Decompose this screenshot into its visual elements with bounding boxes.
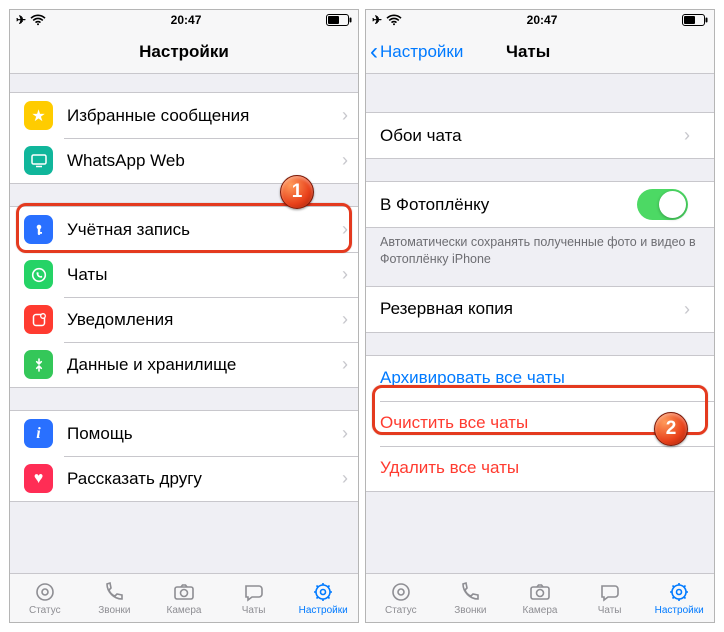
tab-bar: Статус Звонки Камера Чаты Настройки: [10, 573, 358, 622]
star-icon: ★: [24, 101, 53, 130]
chevron-right-icon: ›: [684, 125, 700, 146]
row-label: Удалить все чаты: [380, 458, 700, 478]
battery-icon: [326, 14, 352, 26]
clock: 20:47: [402, 13, 682, 27]
wifi-icon: [386, 14, 402, 26]
chevron-right-icon: ›: [342, 468, 358, 489]
toggle-save-to-cameraroll[interactable]: [637, 189, 688, 220]
row-delete-all[interactable]: Удалить все чаты: [366, 446, 714, 491]
tab-settings[interactable]: Настройки: [288, 574, 358, 622]
row-backup[interactable]: Резервная копия ›: [366, 287, 714, 332]
row-label: Резервная копия: [380, 299, 684, 319]
status-bar: ✈︎ 20:47: [10, 10, 358, 30]
data-icon: [24, 350, 53, 379]
row-whatsapp-web[interactable]: WhatsApp Web ›: [10, 138, 358, 183]
row-label: WhatsApp Web: [67, 151, 342, 171]
callout-badge-1: 1: [280, 175, 314, 209]
row-wallpaper[interactable]: Обои чата ›: [366, 113, 714, 158]
key-icon: [24, 215, 53, 244]
tab-calls[interactable]: Звонки: [436, 574, 506, 622]
row-label: Очистить все чаты: [380, 413, 700, 433]
screen-chats-settings: ✈︎ 20:47 ‹ Настройки Чаты Обои чата › В …: [365, 9, 715, 623]
airplane-icon: ✈︎: [16, 13, 26, 27]
settings-group-1: ★ Избранные сообщения › WhatsApp Web ›: [10, 92, 358, 184]
row-label: Рассказать другу: [67, 469, 342, 489]
settings-group-3: i Помощь › ♥ Рассказать другу ›: [10, 410, 358, 502]
back-label: Настройки: [380, 42, 463, 62]
tab-settings[interactable]: Настройки: [644, 574, 714, 622]
chevron-right-icon: ›: [342, 309, 358, 330]
row-label: Чаты: [67, 265, 342, 285]
whatsapp-icon: [24, 260, 53, 289]
tab-bar: Статус Звонки Камера Чаты Настройки: [366, 573, 714, 622]
status-bar: ✈︎ 20:47: [366, 10, 714, 30]
chevron-right-icon: ›: [342, 105, 358, 126]
tab-chats[interactable]: Чаты: [219, 574, 289, 622]
tab-status[interactable]: Статус: [366, 574, 436, 622]
row-label: Избранные сообщения: [67, 106, 342, 126]
clock: 20:47: [46, 13, 326, 27]
row-starred[interactable]: ★ Избранные сообщения ›: [10, 93, 358, 138]
row-data-storage[interactable]: Данные и хранилище ›: [10, 342, 358, 387]
row-notifications[interactable]: Уведомления ›: [10, 297, 358, 342]
row-label: Архивировать все чаты: [380, 368, 700, 388]
tab-calls[interactable]: Звонки: [80, 574, 150, 622]
tab-camera[interactable]: Камера: [505, 574, 575, 622]
bell-icon: [24, 305, 53, 334]
row-chats[interactable]: Чаты ›: [10, 252, 358, 297]
chevron-right-icon: ›: [342, 264, 358, 285]
back-button[interactable]: ‹ Настройки: [366, 40, 463, 64]
info-icon: i: [24, 419, 53, 448]
screen-settings: ✈︎ 20:47 Настройки ★ Избранные сообщения…: [9, 9, 359, 623]
page-title: Настройки: [10, 42, 358, 62]
row-label: Уведомления: [67, 310, 342, 330]
tab-camera[interactable]: Камера: [149, 574, 219, 622]
chevron-right-icon: ›: [342, 150, 358, 171]
settings-group-2: Учётная запись › Чаты › Уведомления › Да…: [10, 206, 358, 388]
nav-bar: Настройки: [10, 30, 358, 74]
nav-bar: ‹ Настройки Чаты: [366, 30, 714, 74]
chevron-left-icon: ‹: [370, 40, 378, 64]
chats-group-backup: Резервная копия ›: [366, 286, 714, 333]
desktop-icon: [24, 146, 53, 175]
row-save-to-cameraroll[interactable]: В Фотоплёнку: [366, 182, 714, 227]
tab-status[interactable]: Статус: [10, 574, 80, 622]
airplane-icon: ✈︎: [372, 13, 382, 27]
chevron-right-icon: ›: [342, 423, 358, 444]
row-label: Обои чата: [380, 126, 684, 146]
chevron-right-icon: ›: [342, 219, 358, 240]
row-archive-all[interactable]: Архивировать все чаты: [366, 356, 714, 401]
chevron-right-icon: ›: [342, 354, 358, 375]
callout-badge-2: 2: [654, 412, 688, 446]
tab-chats[interactable]: Чаты: [575, 574, 645, 622]
row-label: В Фотоплёнку: [380, 195, 637, 215]
battery-icon: [682, 14, 708, 26]
row-account[interactable]: Учётная запись ›: [10, 207, 358, 252]
chevron-right-icon: ›: [684, 299, 700, 320]
row-help[interactable]: i Помощь ›: [10, 411, 358, 456]
row-label: Учётная запись: [67, 220, 342, 240]
row-label: Данные и хранилище: [67, 355, 342, 375]
cameraroll-note: Автоматически сохранять полученные фото …: [366, 228, 714, 268]
chats-group-cameraroll: В Фотоплёнку: [366, 181, 714, 228]
row-tell-a-friend[interactable]: ♥ Рассказать другу ›: [10, 456, 358, 501]
wifi-icon: [30, 14, 46, 26]
chats-group-wallpaper: Обои чата ›: [366, 112, 714, 159]
row-label: Помощь: [67, 424, 342, 444]
heart-icon: ♥: [24, 464, 53, 493]
